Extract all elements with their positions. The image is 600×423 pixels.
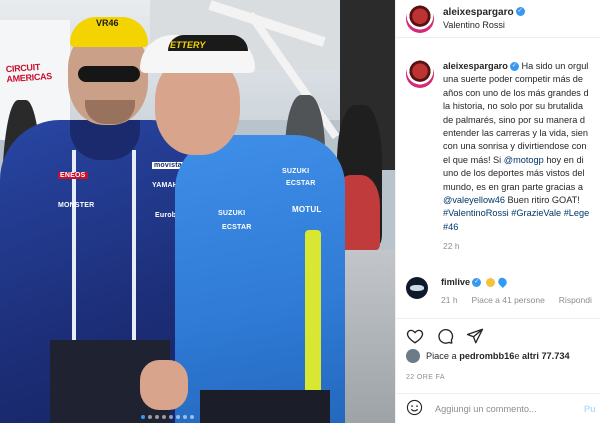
post-caption: aleixespargaro ✓ Ha sido un orgul una sue… [396, 39, 600, 254]
comment-time: 21 h [441, 294, 458, 305]
sponsor-ecstar-chest: ECSTAR [222, 224, 252, 231]
carousel-indicator [141, 415, 194, 419]
likes-summary: Piace a pedrombb16 e altri 77.734 [406, 349, 570, 363]
comment-item: fimlive ✓ 21 h Piace a 41 persone Rispond… [396, 254, 600, 305]
likes-prefix: Piace a [426, 351, 457, 361]
caption-line: uno de los deportes más vistos del [443, 168, 585, 179]
aleix-cap-logo: ETTERY [170, 40, 206, 50]
share-icon[interactable] [466, 327, 484, 345]
post-header: aleixespargaro ✓ Valentino Rossi [396, 0, 600, 38]
carousel-dot[interactable] [162, 415, 166, 419]
liker-avatar[interactable] [406, 349, 420, 363]
comment-body: fimlive ✓ 21 h Piace a 41 persone Rispond… [441, 276, 592, 305]
blue-heart-emoji-icon [496, 276, 509, 289]
sponsor-suzuki-chest: SUZUKI [218, 210, 246, 217]
comments-section[interactable]: aleixespargaro ✓ Ha sido un orgul una sue… [396, 39, 600, 319]
comment-meta: 21 h Piace a 41 persone Rispondi [441, 295, 592, 305]
caption-line: mundo, es en gran parte gracias a [443, 181, 583, 192]
rossi-cap-logo: VR46 [96, 18, 119, 28]
likes-middle: e [514, 351, 520, 361]
hashtags-link[interactable]: #ValentinoRossi #GrazieVale #Lege [443, 207, 600, 220]
reply-button[interactable]: Rispondi [559, 295, 592, 305]
caption-time: 22 h [443, 241, 460, 252]
rossi-jacket-stripe [72, 150, 76, 350]
comment-icon[interactable] [436, 327, 454, 345]
caption-text: el que más! Si [443, 154, 504, 165]
caption-avatar[interactable] [406, 60, 434, 88]
caption-line: años con uno de los más grandes d [443, 87, 589, 98]
caption-line: de palmarés, sino por su manera d [443, 114, 585, 125]
mention-motogp-link[interactable]: @motogp [504, 155, 544, 165]
fimlive-avatar[interactable] [406, 276, 428, 299]
carousel-dot[interactable] [148, 415, 152, 419]
rossi-jacket-stripe [132, 150, 136, 350]
instagram-post: CIRCUIT AMERICAS VR46 MONSTER movistar Y… [0, 0, 600, 423]
sponsor-eneos: ENEOS [58, 172, 88, 179]
carousel-dot[interactable] [183, 415, 187, 419]
liker-username[interactable]: pedrombb16 [459, 351, 514, 361]
caption-line: el que más! Si @motogp hoy en di [443, 154, 600, 167]
caption-line: la historia, no solo por su brutalida [443, 101, 583, 112]
verified-badge-icon: ✓ [472, 277, 482, 287]
carousel-dot[interactable] [155, 415, 159, 419]
sponsor-monster: MONSTER [58, 202, 95, 209]
heart-icon[interactable] [406, 327, 424, 345]
sponsor-ecstar: ECSTAR [286, 180, 316, 187]
post-timestamp: 22 ORE FA [406, 374, 446, 381]
sponsor-suzuki: SUZUKI [282, 168, 310, 175]
aleix-hand [140, 360, 188, 410]
clap-emoji-icon [485, 277, 495, 287]
caption-line: con una sonrisa y divirtiendose con [443, 141, 587, 152]
author-avatar[interactable] [406, 4, 434, 33]
comment-username[interactable]: fimlive [441, 277, 470, 287]
post-photo[interactable]: CIRCUIT AMERICAS VR46 MONSTER movistar Y… [0, 0, 395, 423]
aleix-shirt-stripe [305, 230, 321, 400]
carousel-dot[interactable] [190, 415, 194, 419]
banner-text: CIRCUIT AMERICAS [5, 61, 53, 85]
post-actions [396, 318, 600, 345]
caption-username[interactable]: aleixespargaro [443, 61, 508, 71]
verified-badge-icon: ✓ [515, 7, 525, 17]
add-comment-bar: Aggiungi un commento... Pu [396, 393, 600, 423]
caption-line: Ha sido un orgul [521, 61, 589, 71]
comment-likes-link[interactable]: Piace a 41 persone [472, 295, 545, 305]
caption-text: Buen ritiro GOAT! [504, 195, 580, 206]
verified-badge-icon: ✓ [509, 62, 519, 72]
caption-body: aleixespargaro ✓ Ha sido un orgul una sue… [443, 60, 600, 254]
carousel-dot[interactable] [176, 415, 180, 419]
carousel-dot[interactable] [141, 415, 145, 419]
caption-line: entender las carreras y la vida, sien [443, 128, 589, 139]
likes-count-link[interactable]: altri 77.734 [522, 351, 570, 361]
aleix-pants [200, 390, 330, 423]
sponsor-motul: MOTUL [292, 205, 322, 214]
post-location[interactable]: Valentino Rossi [443, 19, 525, 32]
post-sidebar: aleixespargaro ✓ Valentino Rossi aleixesp… [395, 0, 600, 423]
rossi-sunglasses [78, 66, 140, 82]
carousel-dot[interactable] [169, 415, 173, 419]
caption-line: @valeyellow46 Buen ritiro GOAT! [443, 194, 600, 207]
publish-button[interactable]: Pu [584, 404, 596, 414]
header-text: aleixespargaro ✓ Valentino Rossi [443, 6, 525, 32]
caption-text: hoy en di [543, 154, 584, 165]
comment-input[interactable]: Aggiungi un commento... [435, 404, 537, 414]
author-username[interactable]: aleixespargaro [443, 7, 514, 18]
caption-line: una suerte poder competir más de [443, 74, 583, 85]
mention-valeyellow46-link[interactable]: @valeyellow46 [443, 195, 505, 205]
hashtag-46-link[interactable]: #46 [443, 221, 600, 234]
emoji-icon[interactable] [406, 399, 423, 419]
